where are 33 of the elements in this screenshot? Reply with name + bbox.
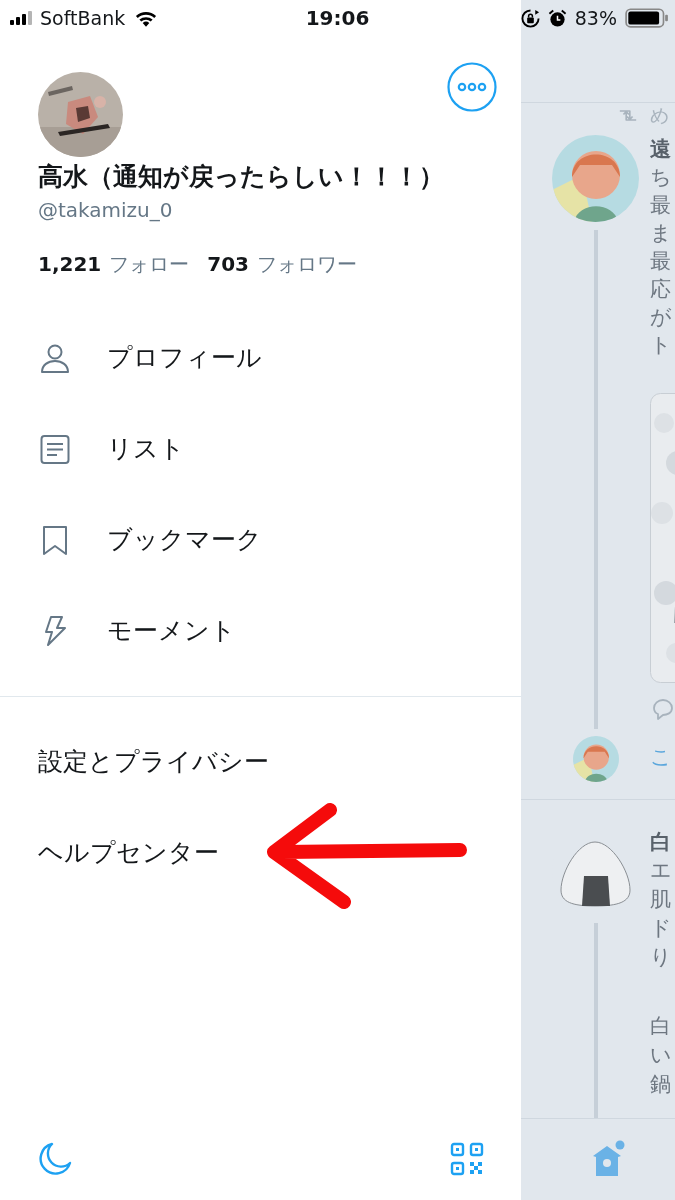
- username: @takamizu_0: [37, 197, 174, 224]
- tweet-text: エ 肌 ド り: [650, 857, 671, 971]
- retweet-context: め: [650, 104, 669, 126]
- followers-label[interactable]: フォロワー: [257, 250, 357, 278]
- alarm-clock-icon: [547, 8, 567, 28]
- rotation-lock-icon: [520, 8, 540, 28]
- reply-icon[interactable]: [650, 697, 674, 721]
- display-name: 高水（通知が戻ったらしい！！！）: [37, 161, 445, 193]
- qr-code-icon[interactable]: [450, 1142, 484, 1176]
- menu-item[interactable]: リスト: [0, 403, 521, 494]
- author-name: 白: [650, 829, 672, 856]
- menu-item[interactable]: ブックマーク: [0, 494, 521, 585]
- carrier-name: SoftBank: [40, 7, 126, 29]
- author-name: 遠: [650, 136, 672, 163]
- tweet-text: ち 最 ま 最 応 が ト: [650, 164, 671, 359]
- menu-item[interactable]: プロフィール: [0, 312, 521, 403]
- night-mode-icon[interactable]: [38, 1142, 72, 1176]
- wifi-icon: [135, 9, 158, 27]
- tweet-text: 白 い 鍋: [650, 1013, 671, 1098]
- list-icon: [40, 433, 70, 464]
- bookmark-icon: [40, 524, 70, 555]
- clock-time: 19:06: [305, 6, 370, 30]
- following-count[interactable]: 1,221: [38, 250, 102, 278]
- followers-count[interactable]: 703: [207, 250, 249, 278]
- following-label[interactable]: フォロー: [109, 250, 190, 278]
- person-icon: [40, 342, 70, 373]
- signal-icon: [10, 11, 34, 25]
- menu-item[interactable]: 設定とプライバシー: [0, 716, 269, 807]
- menu-item[interactable]: モーメント: [0, 585, 521, 676]
- battery-percent: 83%: [574, 7, 617, 29]
- menu-item[interactable]: ヘルプセンター: [0, 807, 219, 898]
- battery-icon: [625, 8, 669, 28]
- more-button[interactable]: [447, 62, 497, 112]
